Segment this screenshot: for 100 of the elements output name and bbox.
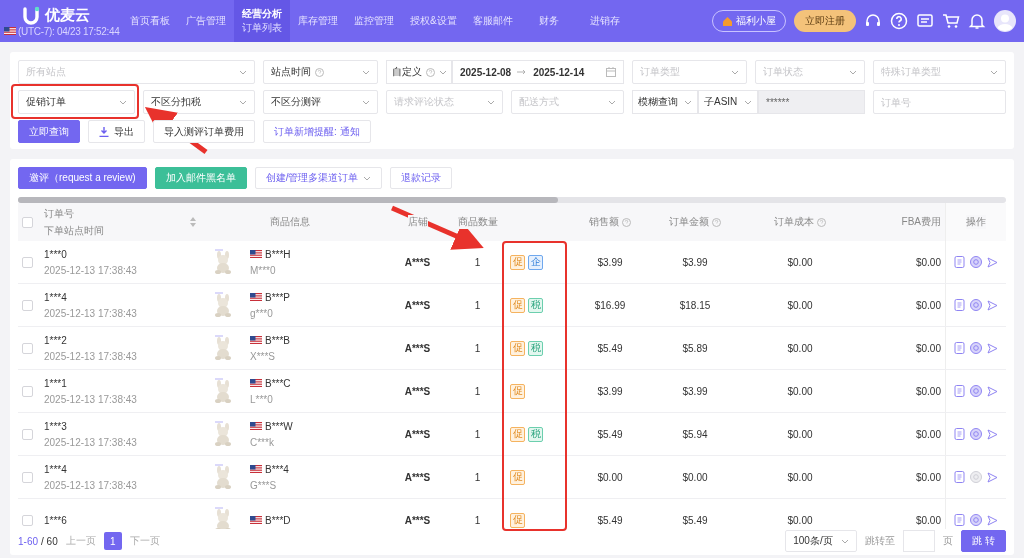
asin-text: B***W — [265, 420, 293, 432]
blacklist-button[interactable]: 加入邮件黑名单 — [154, 167, 247, 189]
order-tag: 促 — [510, 297, 525, 313]
dropdown-field[interactable]: 模糊查询 — [632, 90, 698, 114]
notification-button[interactable]: 订单新增提醒: 通知 — [263, 120, 371, 143]
document-icon — [954, 342, 965, 354]
search-field[interactable]: ****** — [758, 90, 865, 114]
document-icon — [954, 428, 965, 440]
store-name: A***S — [404, 428, 431, 440]
quantity: 1 — [474, 342, 481, 354]
nav-tab[interactable]: 经营分析 订单列表 — [234, 0, 290, 42]
order-cost: $0.00 — [787, 299, 813, 311]
column-header: 商品信息 — [270, 215, 310, 229]
checkbox[interactable] — [22, 299, 33, 311]
register-button[interactable]: 立即注册 — [794, 10, 856, 32]
order-number: 1***4 — [44, 463, 68, 475]
order-time: 2025-12-13 17:38:43 — [44, 350, 137, 362]
column-header: 下单站点时间 — [44, 223, 104, 238]
us-flag-icon — [250, 336, 262, 344]
checkbox[interactable] — [22, 256, 33, 268]
order-cost: $0.00 — [787, 256, 813, 268]
nav-tab[interactable]: 首页看板 — [122, 0, 178, 42]
page-range: 1-60 — [18, 535, 38, 547]
chevron-down-icon — [362, 69, 370, 75]
us-flag-icon — [250, 379, 262, 387]
bell-icon — [968, 12, 986, 30]
us-flag-icon — [4, 27, 16, 35]
export-button[interactable]: 导出 — [88, 120, 145, 143]
request-review-button[interactable]: 邀评（request a review) — [18, 167, 147, 189]
nav-tab[interactable]: 进销存 — [576, 0, 633, 42]
order-tag: 税 — [528, 297, 543, 313]
us-flag-icon — [250, 516, 262, 524]
arrow-right-icon — [517, 69, 528, 75]
checkbox[interactable] — [22, 342, 33, 354]
fba-fee: $0.00 — [915, 428, 941, 440]
order-amount: $3.99 — [682, 256, 708, 268]
page-size-dropdown[interactable]: 100条/页 — [785, 530, 858, 552]
order-tag: 促 — [510, 340, 525, 356]
page-suffix: 页 — [943, 534, 954, 548]
asin-text: B***B — [265, 334, 290, 346]
order-amount: $0.00 — [682, 471, 708, 483]
sales-amount: $16.99 — [594, 299, 626, 311]
column-header: 操作 — [966, 215, 986, 229]
fba-fee: $0.00 — [915, 471, 941, 483]
avatar-icon — [994, 10, 1016, 32]
multichannel-order-button[interactable]: 创建/管理多渠道订单 — [254, 167, 383, 189]
sales-amount: $5.49 — [597, 342, 623, 354]
quantity: 1 — [474, 385, 481, 397]
store-name: A***S — [404, 299, 431, 311]
nav-tab[interactable]: 库存管理 — [290, 0, 346, 42]
asin-text: B***P — [265, 291, 290, 303]
jump-button[interactable]: 跳 转 — [961, 530, 1006, 552]
page-number[interactable]: 1 — [103, 532, 122, 550]
dropdown-field[interactable]: 子ASIN — [698, 90, 758, 114]
store-name: A***S — [404, 471, 431, 483]
fba-fee: $0.00 — [915, 256, 941, 268]
horizontal-scrollbar[interactable] — [18, 197, 1006, 203]
order-tag: 促 — [510, 512, 525, 528]
nav-tab[interactable]: 监控管理 — [346, 0, 402, 42]
chevron-down-icon — [362, 99, 370, 105]
order-time: 2025-12-13 17:38:43 — [44, 479, 137, 491]
checkbox[interactable] — [22, 216, 33, 228]
chevron-down-icon — [119, 99, 127, 105]
send-icon — [987, 256, 998, 268]
search-button[interactable]: 立即查询 — [18, 120, 80, 143]
dropdown-field[interactable]: 不区分测评 — [263, 90, 378, 114]
send-icon — [987, 385, 998, 397]
nav-tab[interactable]: 授权&设置 — [402, 0, 465, 42]
nav-tab[interactable]: 广告管理 — [178, 0, 234, 42]
column-header: 订单金额 — [669, 215, 709, 229]
dropdown-field[interactable]: 自定义 — [386, 60, 452, 84]
send-icon — [987, 428, 998, 440]
chevron-down-icon — [849, 69, 857, 75]
order-cost: $0.00 — [787, 385, 813, 397]
order-number: 1***0 — [44, 248, 68, 260]
checkbox[interactable] — [22, 471, 33, 483]
clock-text: (UTC-7): 04/23 17:52:44 — [18, 25, 120, 37]
dropdown-field[interactable]: 站点时间 — [263, 60, 378, 84]
sales-amount: $3.99 — [597, 385, 623, 397]
fba-fee: $0.00 — [915, 342, 941, 354]
refund-records-button[interactable]: 退款记录 — [390, 167, 453, 189]
nav-tab[interactable]: 财务 — [520, 0, 577, 42]
us-flag-icon — [250, 250, 262, 258]
sales-amount: $3.99 — [597, 256, 623, 268]
page-input[interactable] — [903, 530, 936, 552]
dropdown-field[interactable]: 不区分扣税 — [143, 90, 255, 114]
chevron-down-icon — [841, 538, 850, 544]
column-header: FBA费用 — [901, 215, 941, 229]
order-time: 2025-12-13 17:38:43 — [44, 307, 137, 319]
order-time: 2025-12-13 17:38:43 — [44, 393, 137, 405]
dropdown-field[interactable]: 促销订单 — [18, 90, 135, 114]
checkbox[interactable] — [22, 385, 33, 397]
checkbox[interactable] — [22, 514, 33, 526]
date-range-field[interactable]: 2025-12-08 2025-12-14 — [452, 60, 624, 84]
import-button[interactable]: 导入测评订单费用 — [153, 120, 255, 143]
nav-tab[interactable]: 客服邮件 — [464, 0, 521, 42]
column-header: 商品数量 — [457, 215, 498, 229]
store-name: A***S — [404, 256, 431, 268]
checkbox[interactable] — [22, 428, 33, 440]
download-icon — [99, 126, 109, 137]
